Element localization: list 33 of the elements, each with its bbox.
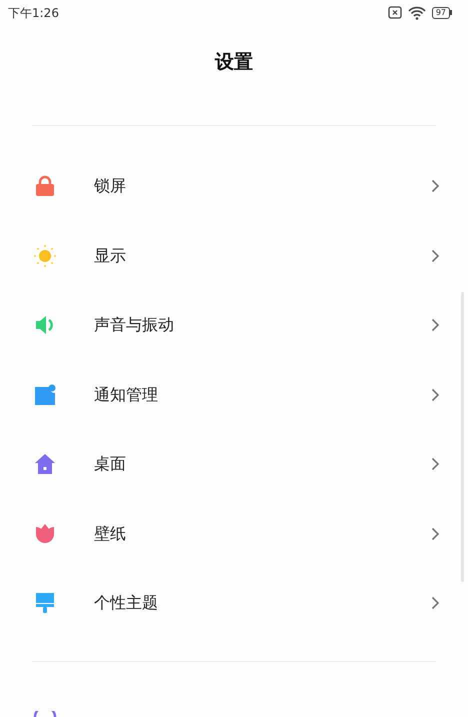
row-label: 个性主题 <box>94 592 159 614</box>
speaker-icon <box>34 314 56 336</box>
chevron-right-icon <box>431 596 440 610</box>
settings-row[interactable]: 声音与振动 <box>0 290 468 360</box>
row-label: 壁纸 <box>94 522 127 545</box>
house-icon <box>34 453 56 476</box>
settings-row[interactable]: 通知管理 <box>0 360 468 430</box>
sun-icon <box>33 244 57 268</box>
row-label: 锁屏 <box>94 175 127 198</box>
settings-row[interactable]: 壁纸 <box>0 499 468 569</box>
notification-icon <box>34 384 56 406</box>
row-label: 通知管理 <box>94 384 159 406</box>
sim-off-icon <box>388 6 402 20</box>
settings-row[interactable]: 显示 <box>0 221 468 291</box>
tulip-icon <box>34 522 56 545</box>
chevron-right-icon <box>431 457 440 472</box>
battery-indicator: 97 <box>432 6 452 19</box>
chevron-right-icon <box>431 179 440 194</box>
status-time: 下午1:26 <box>8 4 59 22</box>
chevron-right-icon <box>431 318 440 332</box>
padlock-icon <box>34 175 56 198</box>
settings-row[interactable]: 个性主题 <box>0 568 468 638</box>
settings-row[interactable]: 锁屏 <box>0 152 468 222</box>
settings-row[interactable]: 桌面 <box>0 430 468 500</box>
paint-roller-icon <box>34 592 56 614</box>
row-label: 显示 <box>94 244 127 267</box>
page-title: 设置 <box>215 50 253 76</box>
chevron-right-icon <box>431 388 440 402</box>
chevron-right-icon <box>431 526 440 541</box>
chevron-right-icon <box>431 248 440 263</box>
row-label: 桌面 <box>94 453 127 476</box>
wifi-icon <box>408 6 426 20</box>
row-label: 声音与振动 <box>94 314 175 336</box>
